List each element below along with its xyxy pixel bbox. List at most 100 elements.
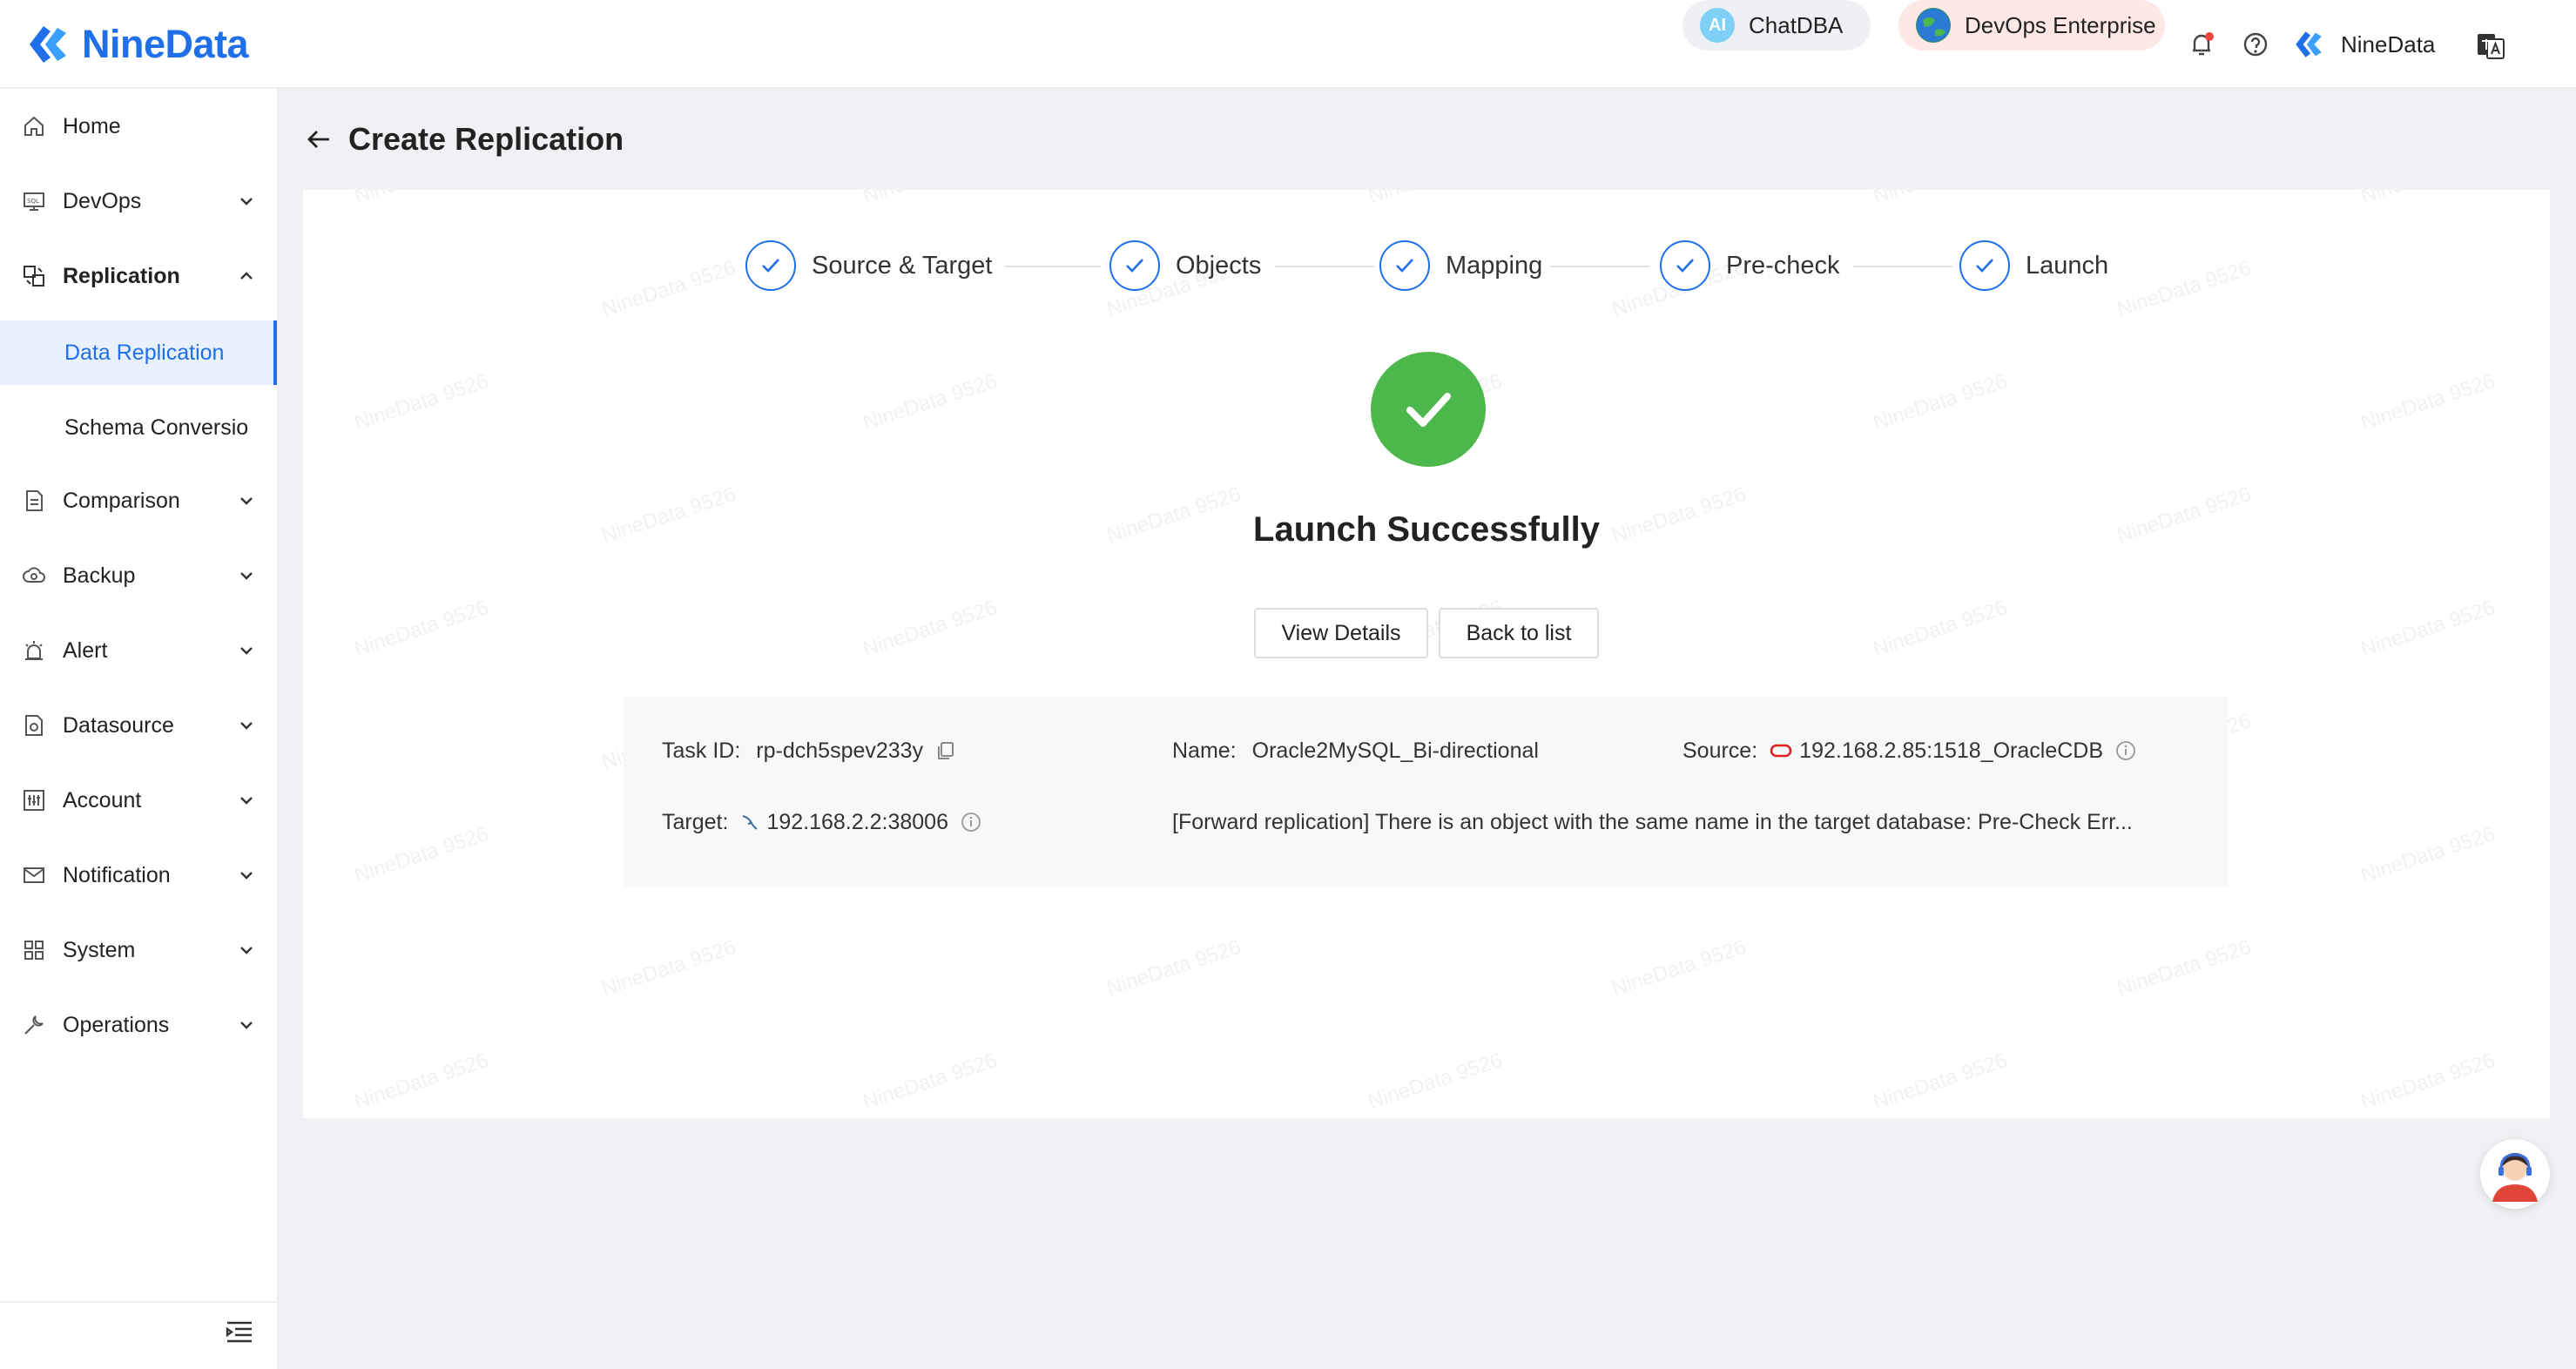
ninedata-logo-icon xyxy=(30,26,66,63)
chevron-down-icon xyxy=(240,198,253,206)
task-id-field: Task ID: rp-dch5spev233y xyxy=(662,735,956,766)
step-source-target: Source & Target xyxy=(745,239,992,293)
support-agent-button[interactable] xyxy=(2480,1139,2550,1209)
watermark: NineData 9526 xyxy=(1366,190,1506,209)
step-indicator: Source & Target Objects Mapping Pre-chec… xyxy=(303,239,2550,293)
step-label: Mapping xyxy=(1446,251,1543,280)
chevron-down-icon xyxy=(240,797,253,805)
chevron-down-icon xyxy=(240,1022,253,1029)
watermark: NineData 9526 xyxy=(1608,934,1750,1001)
step-pre-check: Pre-check xyxy=(1660,239,1840,293)
task-name-value: Oracle2MySQL_Bi-directional xyxy=(1251,738,1539,763)
collapse-sidebar-icon[interactable] xyxy=(225,1318,254,1345)
sidebar-item-label: Notification xyxy=(63,862,171,887)
globe-icon xyxy=(1916,8,1951,43)
source-label: Source: xyxy=(1682,738,1758,763)
success-title: Launch Successfully xyxy=(1253,510,1600,549)
step-connector xyxy=(1005,266,1101,267)
sidebar-item-label: Comparison xyxy=(63,488,180,513)
sidebar-item-operations[interactable]: Operations xyxy=(0,988,277,1062)
info-icon[interactable] xyxy=(2115,740,2136,761)
watermark: NineData 9526 xyxy=(351,595,492,662)
target-label: Target: xyxy=(662,809,729,834)
step-label: Pre-check xyxy=(1726,251,1840,280)
back-arrow-icon[interactable] xyxy=(303,124,334,155)
step-label: Launch xyxy=(2026,251,2109,280)
watermark: NineData 9526 xyxy=(351,368,492,435)
sidebar-subitem-label: Schema Conversio xyxy=(64,415,249,440)
watermark: NineData 9526 xyxy=(860,368,1001,435)
sidebar-subitem-data-replication[interactable]: Data Replication xyxy=(0,320,277,385)
watermark: NineData 9526 xyxy=(2357,595,2498,662)
launch-result-card: NineData 9526 NineData 9526 NineData 9526 N… xyxy=(303,190,2550,1118)
info-icon[interactable] xyxy=(961,812,981,833)
sidebar-item-backup[interactable]: Backup xyxy=(0,538,277,613)
task-id-label: Task ID: xyxy=(662,738,741,763)
sidebar-item-devops[interactable]: SQL DevOps xyxy=(0,164,277,239)
chevron-down-icon xyxy=(240,647,253,655)
target-field: Target: 192.168.2.2:38006 xyxy=(662,806,981,838)
sidebar-item-notification[interactable]: Notification xyxy=(0,838,277,913)
replication-icon xyxy=(21,263,47,289)
sidebar-item-datasource[interactable]: Datasource xyxy=(0,688,277,763)
step-connector xyxy=(1275,266,1374,267)
sidebar-item-label: System xyxy=(63,937,136,962)
wrench-icon xyxy=(21,1012,47,1038)
watermark: NineData 9526 xyxy=(2358,190,2498,209)
source-value: 192.168.2.85:1518_OracleCDB xyxy=(1799,738,2104,763)
sidebar-item-label: Account xyxy=(63,787,142,813)
view-details-button[interactable]: View Details xyxy=(1254,608,1428,658)
watermark: NineData 9526 xyxy=(860,190,1001,209)
brand-logo[interactable]: NineData xyxy=(24,19,249,70)
sidebar-item-home[interactable]: Home xyxy=(0,89,277,164)
watermark: NineData 9526 xyxy=(352,190,492,209)
devops-enterprise-button[interactable]: DevOps Enterprise xyxy=(1898,0,2165,51)
task-name-label: Name: xyxy=(1172,738,1237,763)
check-icon xyxy=(1379,240,1430,291)
chevron-down-icon xyxy=(240,722,253,730)
back-to-list-button[interactable]: Back to list xyxy=(1439,608,1599,658)
sidebar: Home SQL DevOps Replication Data Replica… xyxy=(0,89,279,1369)
sidebar-item-comparison[interactable]: Comparison xyxy=(0,463,277,538)
help-icon[interactable] xyxy=(2240,29,2271,60)
sidebar-item-account[interactable]: Account xyxy=(0,763,277,838)
step-connector xyxy=(1550,266,1649,267)
copy-icon[interactable] xyxy=(935,740,956,761)
devops-enterprise-label: DevOps Enterprise xyxy=(1965,11,2156,38)
bell-icon[interactable] xyxy=(2186,29,2217,60)
watermark: NineData 9526 xyxy=(2357,1048,2498,1115)
sidebar-item-replication[interactable]: Replication xyxy=(0,239,277,314)
sidebar-item-label: Alert xyxy=(63,637,108,663)
chevron-up-icon xyxy=(240,272,253,280)
watermark: NineData 9526 xyxy=(1871,190,2011,209)
watermark: NineData 9526 xyxy=(2357,821,2498,888)
chevron-down-icon xyxy=(240,947,253,954)
sidebar-item-label: Home xyxy=(63,113,121,138)
precheck-message: [Forward replication] There is an object… xyxy=(1172,806,2217,838)
watermark: NineData 9526 xyxy=(1103,934,1244,1001)
success-check-icon xyxy=(1371,352,1486,467)
watermark: NineData 9526 xyxy=(1365,1048,1506,1115)
watermark: NineData 9526 xyxy=(860,595,1001,662)
sql-monitor-icon: SQL xyxy=(21,188,47,214)
language-icon[interactable] xyxy=(2475,30,2506,62)
chatdba-button[interactable]: AI ChatDBA xyxy=(1682,0,1871,51)
chatdba-label: ChatDBA xyxy=(1749,11,1844,38)
comparison-icon xyxy=(21,488,47,514)
sidebar-item-system[interactable]: System xyxy=(0,913,277,988)
check-icon xyxy=(745,240,796,291)
sidebar-item-label: Replication xyxy=(63,263,180,288)
sidebar-item-alert[interactable]: Alert xyxy=(0,613,277,688)
sidebar-item-label: Datasource xyxy=(63,712,174,738)
cloud-backup-icon xyxy=(21,563,47,589)
sidebar-divider xyxy=(0,1301,277,1303)
oracle-icon xyxy=(1770,744,1792,758)
user-avatar-icon xyxy=(2296,31,2322,57)
user-menu[interactable]: NineData xyxy=(2292,19,2435,70)
chevron-down-icon xyxy=(240,572,253,580)
precheck-message-text: [Forward replication] There is an object… xyxy=(1172,809,2133,834)
sidebar-subitem-schema-conversion[interactable]: Schema Conversio xyxy=(0,395,277,460)
watermark: NineData 9526 xyxy=(1870,1048,2011,1115)
step-launch: Launch xyxy=(1959,239,2108,293)
step-label: Objects xyxy=(1176,251,1262,280)
